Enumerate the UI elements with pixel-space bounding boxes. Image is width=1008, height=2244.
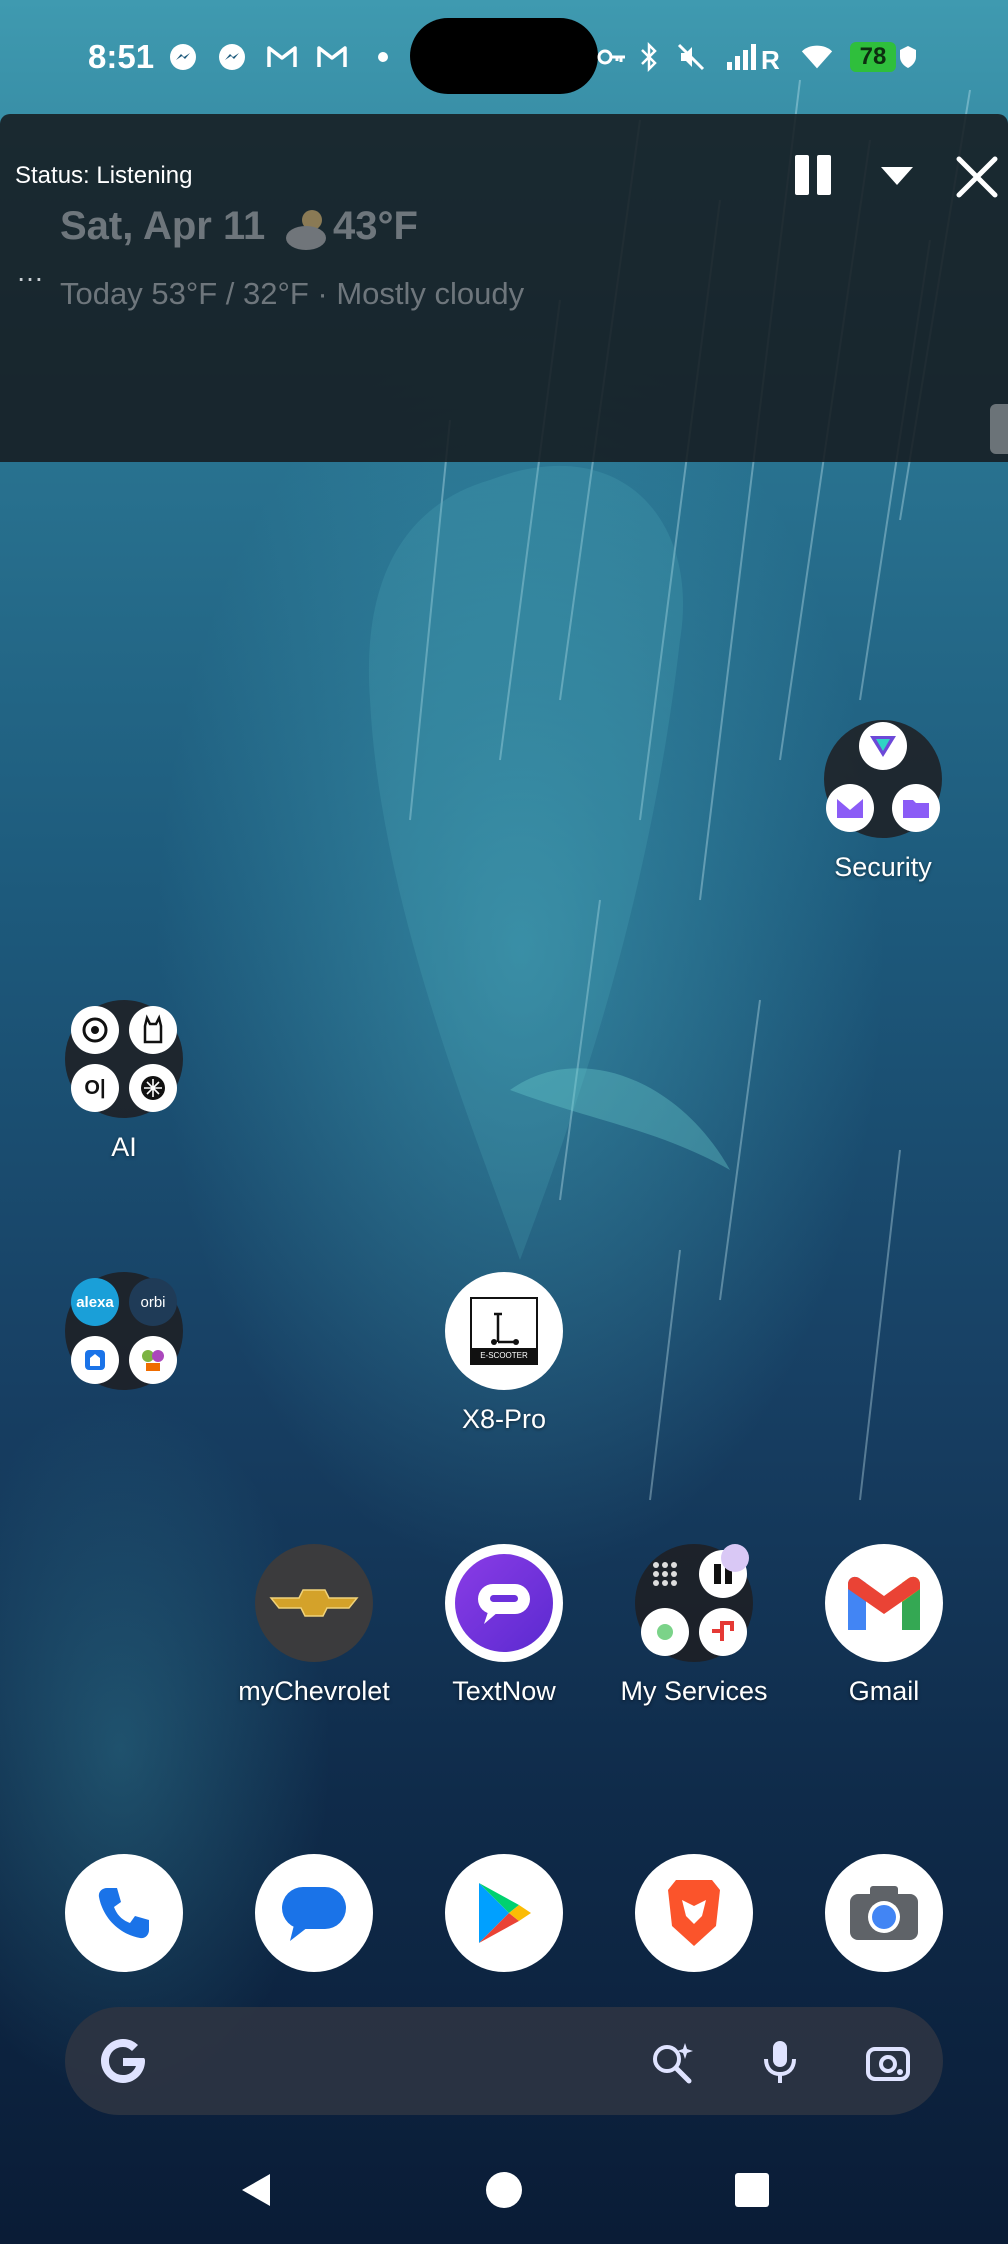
signal-icon: R [725,40,785,74]
nav-back-button[interactable] [226,2165,286,2215]
overlay-drag-handle[interactable] [990,404,1008,454]
dock-messages[interactable] [224,1854,404,1972]
more-options-icon[interactable]: … [16,256,45,288]
app-gmail[interactable]: Gmail [794,1544,974,1707]
recents-icon [735,2173,769,2207]
proton-vpn-icon [859,722,907,770]
proton-mail-icon [826,784,874,832]
messages-icon [255,1854,373,1972]
orbi-icon: orbi [129,1278,177,1326]
security-folder-icon [824,720,942,838]
camera-icon [825,1854,943,1972]
status-time: 8:51 [88,38,155,75]
close-button[interactable] [952,152,1002,202]
nav-recents-button[interactable] [722,2165,782,2215]
ai-folder-icon: O| [65,1000,183,1118]
play-store-icon [445,1854,563,1972]
cloudy-weather-icon [284,206,334,252]
remote-app-icon [699,1608,747,1656]
close-icon [956,156,998,198]
weather-forecast: Today 53°F / 32°F · Mostly cloudy [60,276,525,311]
x8-pro-badge: E-SCOOTER [472,1348,536,1363]
svg-text:R: R [761,45,780,72]
app-x8-pro[interactable]: E-SCOOTER X8-Pro [414,1272,594,1435]
app-mychevrolet[interactable]: myChevrolet [224,1544,404,1707]
folder-label-my-services: My Services [620,1676,768,1706]
folder-security[interactable]: Security [793,720,973,883]
gmail-status-icon [265,40,299,74]
smart-home-folder-icon: alexa orbi [65,1272,183,1390]
app-label-x8-pro: X8-Pro [461,1404,547,1434]
ollama-icon [129,1006,177,1054]
chevrolet-icon [255,1544,373,1662]
overlay-status: Status: Listening [15,162,193,189]
microphone-icon[interactable] [755,2037,805,2087]
phone-icon [65,1854,183,1972]
folder-ai[interactable]: O| AI [34,1000,214,1163]
collapse-icon [881,167,913,185]
my-services-folder-icon [635,1544,753,1662]
dock-brave[interactable] [604,1854,784,1972]
messenger-icon [166,40,200,74]
camera-cutout [410,18,598,94]
textnow-icon [445,1544,563,1662]
notification-dot-icon [366,40,400,74]
app-label-mychevrolet: myChevrolet [238,1676,390,1706]
ai-search-icon[interactable] [647,2037,697,2087]
bluetooth-icon [632,40,666,74]
dock-phone[interactable] [34,1854,214,1972]
app-textnow[interactable]: TextNow [414,1544,594,1707]
folder-label-security: Security [834,852,932,882]
notification-dot [721,1544,749,1572]
google-search-bar[interactable] [65,2007,943,2115]
mute-icon [674,40,708,74]
smart-home-app-icon [71,1336,119,1384]
brave-icon [635,1854,753,1972]
dock-camera[interactable] [794,1854,974,1972]
back-icon [242,2174,270,2206]
folder-label-ai: AI [111,1132,137,1162]
collapse-button[interactable] [872,156,922,196]
status-bar: 8:51 R 78 [0,0,1008,112]
gmail-icon [825,1544,943,1662]
x8-pro-icon: E-SCOOTER [445,1272,563,1390]
pause-icon [795,155,831,195]
grid-app-icon [641,1550,689,1598]
home-icon [486,2172,522,2208]
gmail-status-icon [315,40,349,74]
weather-temperature[interactable]: 43°F [333,204,418,249]
listening-overlay: Status: Listening Sat, Apr 11 43°F Today… [0,114,1008,462]
nav-home-button[interactable] [474,2165,534,2215]
perplexity-icon [129,1064,177,1112]
pause-button[interactable] [788,150,838,200]
vpn-key-icon [595,40,629,74]
service-app-icon [641,1608,689,1656]
chatgpt-icon [71,1006,119,1054]
folder-my-services[interactable]: My Services [604,1544,784,1707]
weather-date[interactable]: Sat, Apr 11 [60,204,265,249]
alexa-icon: alexa [71,1278,119,1326]
scooter-icon [491,1312,519,1345]
app-label-textnow: TextNow [452,1676,556,1706]
app-label-gmail: Gmail [848,1676,920,1706]
battery-level: 78 [850,42,896,72]
ai-app-o-icon: O| [71,1064,119,1112]
dock-play-store[interactable] [414,1854,594,1972]
proton-drive-icon [892,784,940,832]
wifi-icon [800,40,834,74]
messenger-icon [215,40,249,74]
garden-app-icon [129,1336,177,1384]
folder-smart-home[interactable]: alexa orbi [34,1272,214,1390]
shield-icon [896,40,920,74]
lens-camera-icon[interactable] [863,2037,913,2087]
google-logo-icon [91,2029,155,2093]
